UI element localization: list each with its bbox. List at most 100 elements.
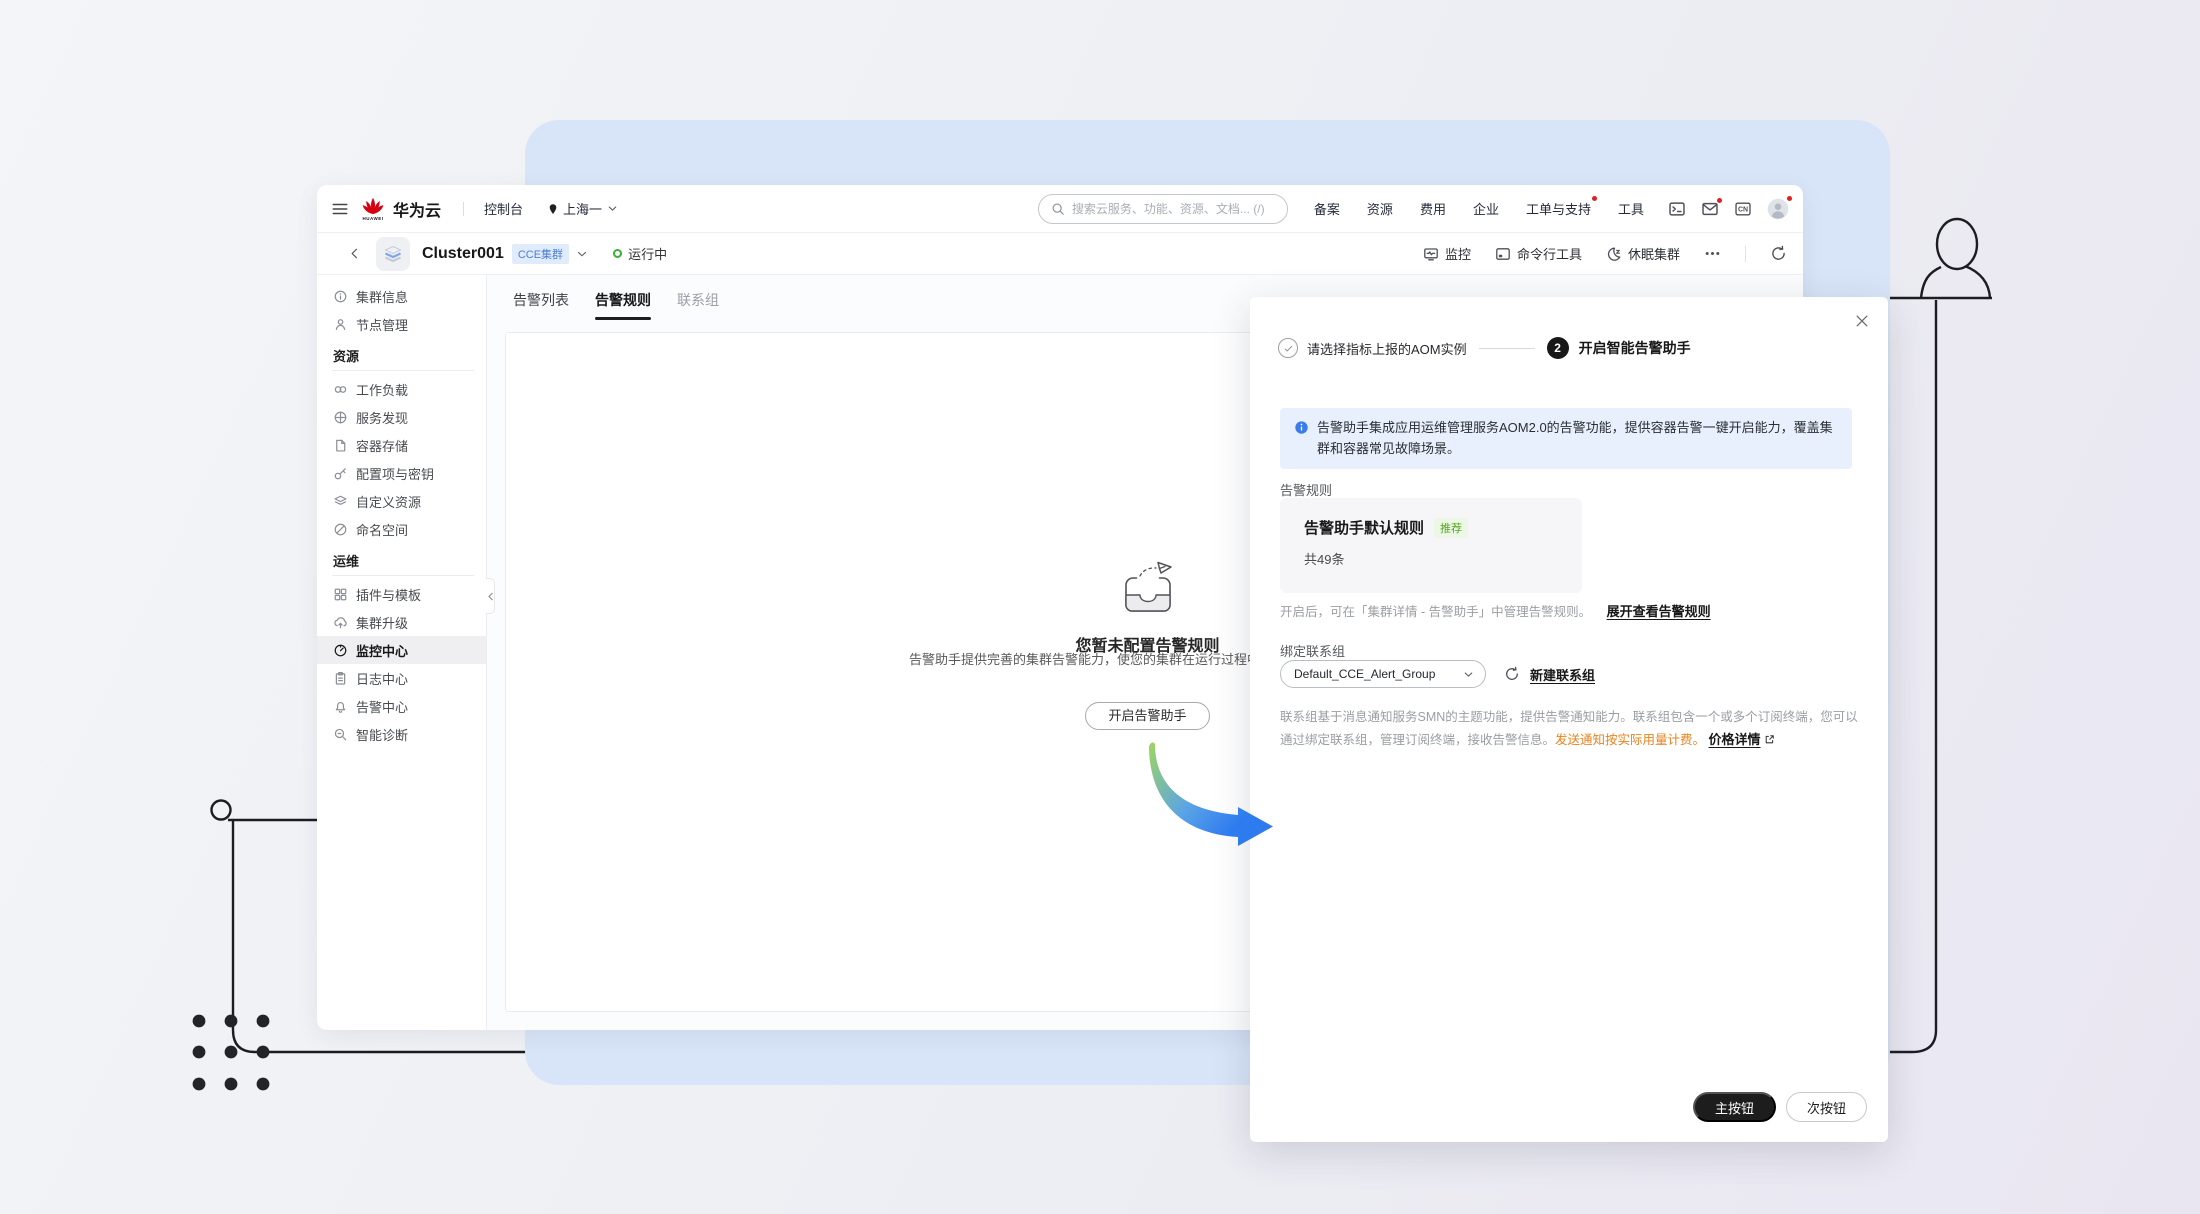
sidebar-item-label: 自定义资源	[356, 492, 421, 511]
back-icon[interactable]	[347, 246, 362, 261]
sidebar-item[interactable]: 插件与模板	[317, 580, 486, 608]
decorative-dots	[193, 1015, 270, 1091]
hamburger-menu-icon[interactable]	[331, 200, 349, 218]
topbar-menu-item[interactable]: 资源	[1367, 199, 1393, 218]
refresh-icon[interactable]	[1770, 245, 1787, 262]
clipboard-icon	[333, 671, 348, 686]
sidebar-item[interactable]: 智能诊断	[317, 720, 486, 748]
step-indicator: 请选择指标上报的AOM实例 2 开启智能告警助手	[1278, 337, 1691, 359]
sidebar-item[interactable]: 工作负载	[317, 375, 486, 403]
cluster-status: 运行中	[613, 244, 667, 263]
slashcircle-icon	[333, 522, 348, 537]
sidebar-section-label: 资源	[317, 346, 486, 368]
drawer-footer: 主按钮 次按钮	[1693, 1092, 1867, 1122]
gauge-icon	[333, 643, 348, 658]
sidebar-item[interactable]: 告警中心	[317, 692, 486, 720]
monitor-icon	[1423, 246, 1439, 262]
huawei-wordmark: HUAWEI	[363, 216, 384, 221]
lang-cn-icon[interactable]: CN	[1734, 200, 1752, 218]
svg-text:CN: CN	[1738, 206, 1748, 213]
search-icon	[1051, 202, 1065, 216]
close-icon[interactable]	[1854, 313, 1870, 329]
chevron-down-icon	[606, 202, 619, 215]
notification-dot	[1592, 196, 1597, 201]
contact-group-row: Default_CCE_Alert_Group 新建联系组	[1280, 660, 1595, 688]
sidebar-item[interactable]: 自定义资源	[317, 487, 486, 515]
primary-button[interactable]: 主按钮	[1693, 1092, 1776, 1122]
topbar-icons: CN	[1668, 198, 1793, 220]
sidebar-item[interactable]: 集群升级	[317, 608, 486, 636]
sidebar-item-label: 日志中心	[356, 669, 408, 688]
cmd-icon	[1495, 246, 1511, 262]
location-pin-icon	[547, 202, 559, 216]
expand-rules-link[interactable]: 展开查看告警规则	[1607, 604, 1711, 619]
step1-label: 请选择指标上报的AOM实例	[1307, 339, 1467, 358]
alert-assistant-drawer: 请选择指标上报的AOM实例 2 开启智能告警助手 告警助手集成应用运维管理服务A…	[1250, 297, 1888, 1142]
brand-name: 华为云	[393, 197, 441, 221]
divider	[1745, 246, 1746, 262]
cluster-action-label: 休眠集群	[1628, 244, 1680, 263]
rule-hint: 开启后，可在「集群详情 - 告警助手」中管理告警规则。 展开查看告警规则	[1280, 601, 1711, 620]
topbar-menu: 备案 资源 费用 企业 工单与支持 工具	[1314, 199, 1644, 218]
new-contact-group-link[interactable]: 新建联系组	[1530, 665, 1595, 684]
info-icon	[1294, 420, 1309, 435]
cluster-action[interactable]: 休眠集群	[1606, 244, 1680, 263]
tab[interactable]: 告警列表	[513, 290, 569, 320]
enable-alert-assistant-button[interactable]: 开启告警助手	[1085, 702, 1209, 730]
console-link[interactable]: 控制台	[484, 199, 523, 218]
sidebar-collapse-handle[interactable]	[486, 578, 495, 614]
status-running-icon	[613, 249, 622, 258]
workload-icon	[333, 382, 348, 397]
sidebar-item-label: 服务发现	[356, 408, 408, 427]
sidebar-item[interactable]: 节点管理	[317, 310, 486, 338]
sidebar-item[interactable]: 集群信息	[317, 282, 486, 310]
info-banner: 告警助手集成应用运维管理服务AOM2.0的告警功能，提供容器告警一键开启能力，覆…	[1280, 408, 1852, 469]
cluster-icon	[376, 237, 410, 271]
tab[interactable]: 联系组	[677, 290, 719, 320]
billing-note: 发送通知按实际用量计费。	[1555, 733, 1705, 747]
avatar[interactable]	[1767, 198, 1789, 220]
contact-group-select[interactable]: Default_CCE_Alert_Group	[1280, 660, 1486, 688]
recommended-badge: 推荐	[1434, 518, 1468, 538]
cluster-actions: 监控 命令行工具 休眠集群	[1423, 244, 1787, 263]
divider	[463, 202, 464, 216]
topbar-menu-item[interactable]: 工单与支持	[1526, 199, 1591, 218]
default-rule-card[interactable]: 告警助手默认规则 推荐 共49条	[1280, 498, 1582, 593]
terminal-icon[interactable]	[1668, 200, 1686, 218]
topbar-menu-item[interactable]: 工具	[1618, 199, 1644, 218]
cluster-switch-chevron-icon[interactable]	[575, 247, 589, 261]
cluster-action-label: 监控	[1445, 244, 1471, 263]
cluster-action[interactable]: 监控	[1423, 244, 1471, 263]
global-search-input[interactable]: 搜索云服务、功能、资源、文档... (/)	[1038, 194, 1288, 224]
contact-group-description: 联系组基于消息通知服务SMN的主题功能，提供告警通知能力。联系组包含一个或多个订…	[1280, 706, 1858, 752]
sidebar-item[interactable]: 配置项与密钥	[317, 459, 486, 487]
topbar-menu-item[interactable]: 备案	[1314, 199, 1340, 218]
price-details-link[interactable]: 价格详情	[1709, 732, 1761, 747]
sidebar-item[interactable]: 容器存储	[317, 431, 486, 459]
cluster-action-label: 命令行工具	[1517, 244, 1582, 263]
cluster-action[interactable]: 命令行工具	[1495, 244, 1582, 263]
topbar-menu-item[interactable]: 企业	[1473, 199, 1499, 218]
refresh-contact-icon[interactable]	[1504, 666, 1520, 682]
select-chevron-icon	[1462, 668, 1475, 681]
sidebar-item[interactable]: 监控中心	[317, 636, 486, 664]
sidebar-item-label: 监控中心	[356, 641, 408, 660]
info-banner-text: 告警助手集成应用运维管理服务AOM2.0的告警功能，提供容器告警一键开启能力，覆…	[1317, 417, 1838, 460]
sidebar-divider	[332, 575, 474, 576]
topbar-menu-item[interactable]: 费用	[1420, 199, 1446, 218]
mail-icon[interactable]	[1701, 200, 1719, 218]
cloudup-icon	[333, 615, 348, 630]
status-text: 运行中	[628, 244, 667, 263]
external-link-icon	[1764, 734, 1775, 745]
person-icon	[333, 317, 348, 332]
sidebar-section-label: 运维	[317, 551, 486, 573]
sidebar-item[interactable]: 服务发现	[317, 403, 486, 431]
secondary-button[interactable]: 次按钮	[1786, 1092, 1867, 1122]
sidebar-item[interactable]: 日志中心	[317, 664, 486, 692]
sidebar-item[interactable]: 命名空间	[317, 515, 486, 543]
more-actions-icon[interactable]	[1704, 245, 1721, 262]
region-selector[interactable]: 上海一	[547, 199, 619, 218]
huawei-logo: HUAWEI	[361, 197, 385, 221]
tab[interactable]: 告警规则	[595, 290, 651, 320]
moon-icon	[1606, 246, 1622, 262]
